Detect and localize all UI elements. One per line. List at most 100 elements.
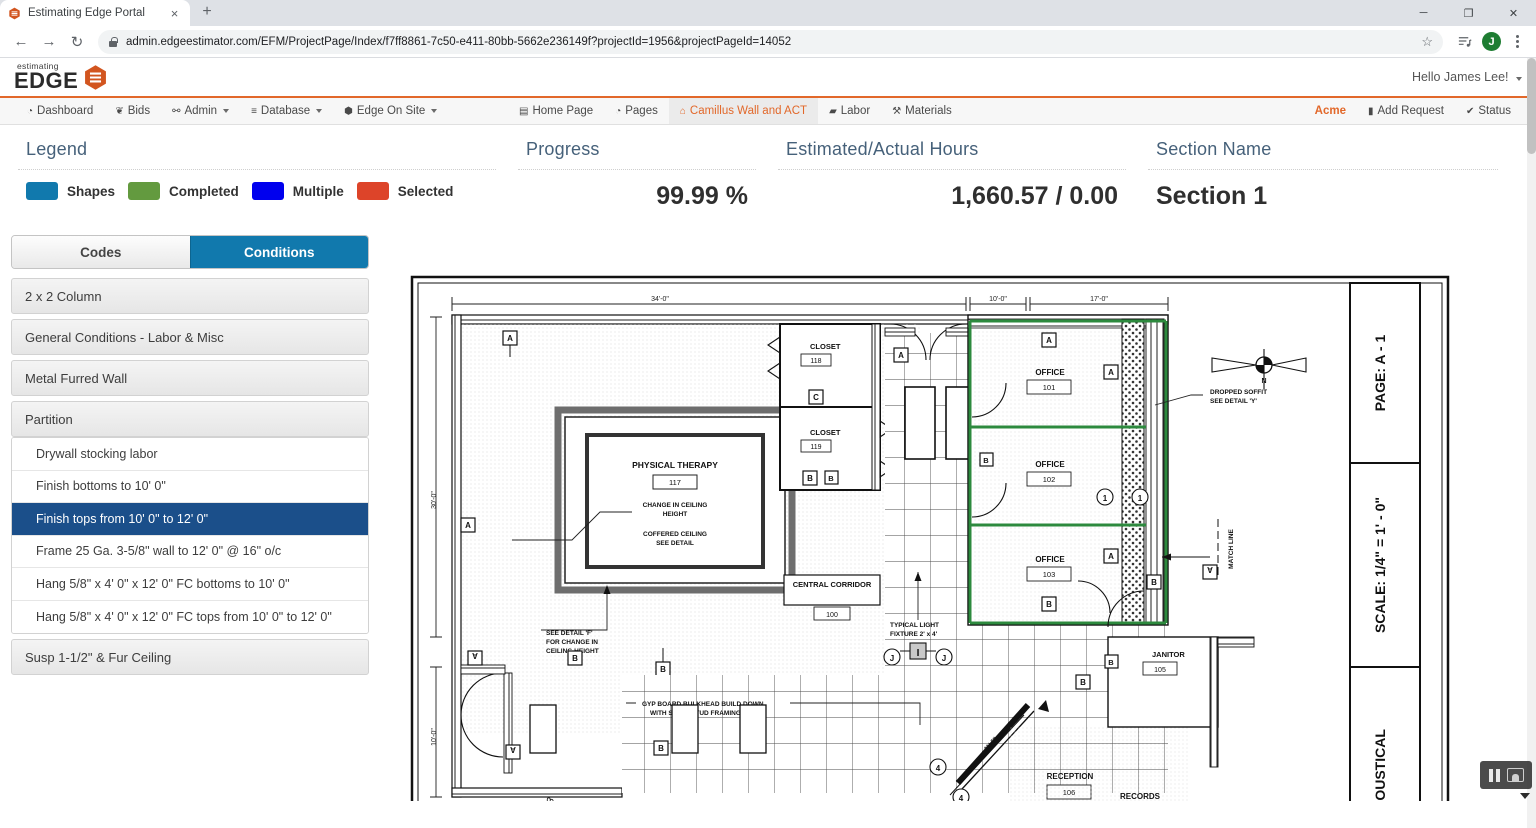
dim-left-lower: 10'-0" <box>431 728 438 746</box>
dim-top-left: 34'-0" <box>651 296 669 303</box>
conditions-panel: Codes Conditions 2 x 2 Column General Cond… <box>0 235 380 801</box>
title-block-page: PAGE: A - 1 <box>1372 335 1388 412</box>
room-number-119: 119 <box>810 444 821 451</box>
svg-text:B: B <box>983 456 989 465</box>
condition-metal-furred-wall[interactable]: Metal Furred Wall <box>11 360 369 396</box>
nav-right-group: Acme▮Add Request✔Status <box>1304 98 1522 124</box>
browser-tab[interactable]: Estimating Edge Portal × <box>0 0 190 26</box>
nav-item-admin[interactable]: ⚯Admin <box>161 98 240 124</box>
title-block-acoustical: ACOUSTICAL <box>1372 729 1388 801</box>
nav-item-acme[interactable]: Acme <box>1304 98 1357 124</box>
page-scrollbar[interactable] <box>1527 58 1536 828</box>
svg-text:A: A <box>507 334 513 343</box>
dim-left-upper: 30'-0" <box>431 491 438 509</box>
tab-conditions[interactable]: Conditions <box>190 236 369 268</box>
nav-item-label: Bids <box>128 105 150 117</box>
back-icon[interactable]: ← <box>8 29 34 55</box>
legend-label-selected: Selected <box>398 184 454 199</box>
nav-item-label: Database <box>261 105 310 117</box>
nav-item-dashboard[interactable]: ◔Dashboard <box>16 98 104 124</box>
browser-menu-icon[interactable] <box>1506 35 1528 48</box>
condition-item[interactable]: Finish bottoms to 10' 0" <box>12 471 368 504</box>
status-icon: ✔ <box>1466 106 1474 117</box>
close-icon[interactable]: × <box>167 6 182 21</box>
hours-value: 1,660.57 / 0.00 <box>786 182 1118 211</box>
nav-item-add-request[interactable]: ▮Add Request <box>1357 98 1455 124</box>
add-request-icon: ▮ <box>1368 106 1374 117</box>
floor-plan-drawing[interactable]: 34'-0" 10'-0" 17'-0" 30'-0" 10'-0" <box>410 275 1450 801</box>
tab-title: Estimating Edge Portal <box>28 7 160 19</box>
address-bar[interactable]: admin.edgeestimator.com/EFM/ProjectPage/… <box>98 30 1443 54</box>
condition-item[interactable]: Frame 25 Ga. 3-5/8" wall to 12' 0" @ 16"… <box>12 536 368 569</box>
maximize-button[interactable]: ❐ <box>1446 0 1491 26</box>
nav-item-materials[interactable]: ⚒Materials <box>881 98 963 124</box>
bookmark-star-icon[interactable]: ☆ <box>1421 34 1433 50</box>
labor-icon: ▰ <box>829 106 837 117</box>
condition-sublist: Drywall stocking laborFinish bottoms to … <box>11 437 369 634</box>
condition-partition[interactable]: Partition <box>11 401 369 437</box>
legend-items: ShapesCompletedMultipleSelected <box>26 182 488 200</box>
reading-list-icon[interactable] <box>1451 29 1477 55</box>
nav-item-pages[interactable]: ◔Pages <box>604 98 669 124</box>
svg-text:1: 1 <box>1138 494 1143 503</box>
progress-card: Progress 99.99 % <box>518 135 756 231</box>
note-dropped-soffit-2: SEE DETAIL 'Y' <box>1210 398 1257 405</box>
forward-icon[interactable]: → <box>36 29 62 55</box>
condition-general-conditions-labor-misc[interactable]: General Conditions - Labor & Misc <box>11 319 369 355</box>
nav-item-labor[interactable]: ▰ Labor <box>818 98 881 124</box>
condition-item-label: Frame 25 Ga. 3-5/8" wall to 12' 0" @ 16"… <box>36 544 281 558</box>
main-navigation: ◔Dashboard❦Bids⚯Admin≡Database⬢Edge On S… <box>0 98 1536 125</box>
nav-item-home-page[interactable]: ▤Home Page <box>508 98 604 124</box>
nav-item-label: Labor <box>841 105 870 117</box>
svg-text:A: A <box>1207 565 1213 574</box>
logo-text: estimating EDGE <box>14 62 78 92</box>
scrollbar-thumb[interactable] <box>1527 58 1536 154</box>
pause-icon[interactable] <box>1489 769 1500 782</box>
note-change-ceiling-2: HEIGHT <box>663 511 688 518</box>
nav-item-bids[interactable]: ❦Bids <box>104 98 161 124</box>
chevron-down-icon-overlay[interactable] <box>1520 793 1530 799</box>
condition-label: 2 x 2 Column <box>25 289 102 304</box>
edge-hex-icon <box>83 64 108 91</box>
room-label-physical-therapy: PHYSICAL THERAPY <box>632 460 718 470</box>
room-label-office-103: OFFICE <box>1035 555 1065 564</box>
tab-label: Conditions <box>244 245 315 260</box>
condition-item-label: Hang 5/8" x 4' 0" x 12' 0" FC tops from … <box>36 610 332 624</box>
section-card: Section Name Section 1 <box>1148 135 1498 231</box>
condition-item[interactable]: Finish tops from 10' 0" to 12' 0" <box>12 503 368 536</box>
nav-left-group: ◔Dashboard❦Bids⚯Admin≡Database⬢Edge On S… <box>0 98 448 124</box>
condition-2-x-2-column[interactable]: 2 x 2 Column <box>11 278 369 314</box>
condition-item[interactable]: Drywall stocking labor <box>12 438 368 471</box>
close-window-button[interactable]: ✕ <box>1491 0 1536 26</box>
nav-center-group: ▤Home Page◔Pages⌂Camillus Wall and ACT ▰ L… <box>508 98 963 124</box>
room-label-office-101: OFFICE <box>1035 368 1065 377</box>
section-body: Section 1 <box>1148 169 1498 225</box>
user-greeting[interactable]: Hello James Lee! <box>1412 70 1522 84</box>
condition-susp-1-1-2-fur-ceiling[interactable]: Susp 1-1/2" & Fur Ceiling <box>11 639 369 675</box>
room-label-closet-118: CLOSET <box>810 342 841 351</box>
nav-item-label: Home Page <box>532 105 593 117</box>
condition-item[interactable]: Hang 5/8" x 4' 0" x 12' 0" FC tops from … <box>12 601 368 634</box>
nav-item-status[interactable]: ✔Status <box>1455 98 1522 124</box>
profile-avatar[interactable]: J <box>1482 32 1501 51</box>
new-tab-button[interactable]: + <box>194 0 220 25</box>
url-text: admin.edgeestimator.com/EFM/ProjectPage/… <box>126 36 791 48</box>
nav-item-label: Materials <box>905 105 952 117</box>
nav-item-camillus-wall-and-act[interactable]: ⌂Camillus Wall and ACT <box>669 98 818 124</box>
tab-codes[interactable]: Codes <box>12 236 190 268</box>
room-label-office-102: OFFICE <box>1035 460 1065 469</box>
nav-item-database[interactable]: ≡Database <box>240 98 333 124</box>
nav-item-edge-on-site[interactable]: ⬢Edge On Site <box>333 98 448 124</box>
picture-in-picture-icon[interactable] <box>1507 768 1524 782</box>
blueprint-viewer[interactable]: 34'-0" 10'-0" 17'-0" 30'-0" 10'-0" <box>380 235 1536 801</box>
minimize-button[interactable]: ─ <box>1401 0 1446 26</box>
reload-icon[interactable]: ↻ <box>64 29 90 55</box>
legend-label-completed: Completed <box>169 184 239 199</box>
condition-item[interactable]: Hang 5/8" x 4' 0" x 12' 0" FC bottoms to… <box>12 568 368 601</box>
app-logo[interactable]: estimating EDGE <box>14 62 108 92</box>
media-control-overlay[interactable] <box>1480 761 1532 789</box>
svg-text:A: A <box>465 521 471 530</box>
note-light-fixture-2: FIXTURE 2' x 4' <box>890 631 938 638</box>
note-change-ceiling-1: CHANGE IN CEILING <box>643 502 708 509</box>
tab-strip: Estimating Edge Portal × + ─ ❐ ✕ <box>0 0 1536 26</box>
